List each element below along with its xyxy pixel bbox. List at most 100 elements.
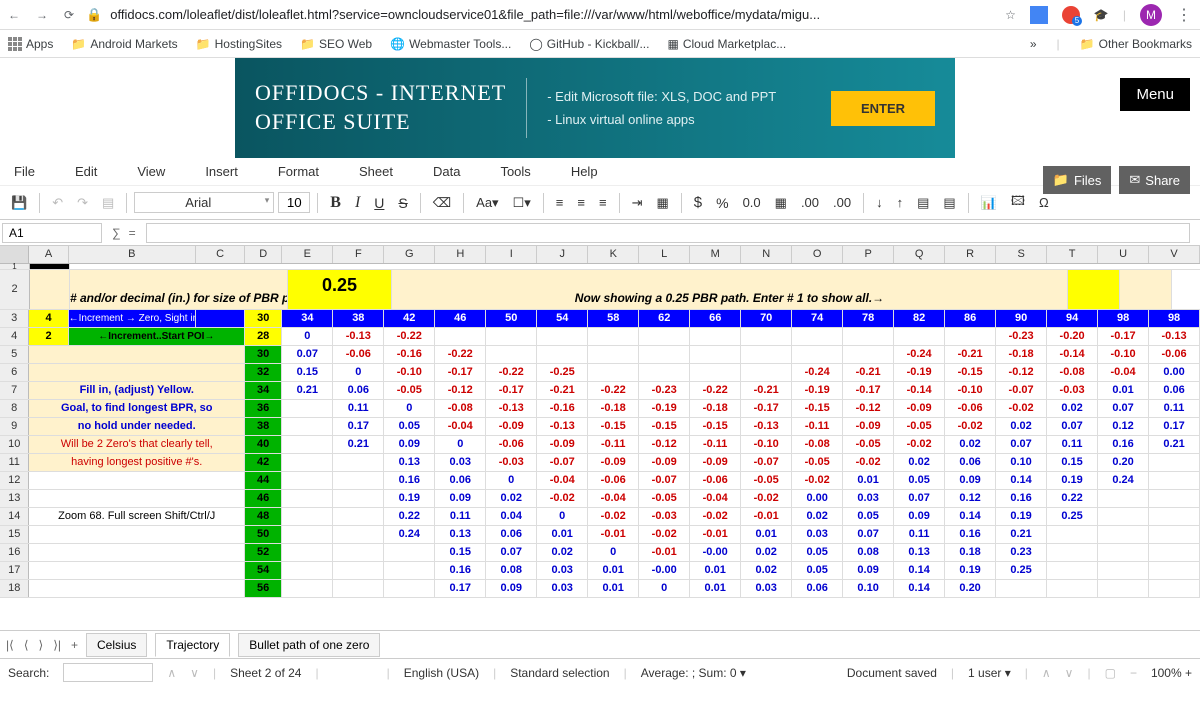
files-button[interactable]: 📁Files [1043,166,1112,194]
grid-cell[interactable] [282,526,333,543]
col-header[interactable]: M [690,246,741,263]
grid-cell[interactable]: 0.01 [843,472,894,489]
grid-cell[interactable] [1149,526,1200,543]
grid-cell[interactable]: -0.16 [537,400,588,417]
grid-cell[interactable]: -0.07 [537,454,588,471]
row-header[interactable]: 12 [0,472,29,489]
grid-cell[interactable] [384,562,435,579]
forward-icon[interactable]: → [36,8,48,22]
grid-cell[interactable]: 4 [29,310,68,327]
equals-icon[interactable]: = [129,226,136,240]
grid-cell[interactable]: 66 [690,310,741,327]
reload-icon[interactable]: ⟳ [64,8,74,22]
grid-cell[interactable]: 46 [435,310,486,327]
tab-last-icon[interactable]: ⟩| [53,638,61,652]
grid-cell[interactable] [29,544,245,561]
image-icon[interactable]: 🖾 [1006,189,1030,217]
grid-cell[interactable]: 0.06 [792,580,843,597]
grid-cell[interactable] [690,346,741,363]
grid-cell[interactable] [1149,544,1200,561]
row-header[interactable]: 2 [0,270,30,309]
grid-cell[interactable]: 30 [245,346,282,363]
sheet-tab-trajectory[interactable]: Trajectory [155,633,230,657]
grid-cell[interactable]: 34 [245,382,282,399]
grid-cell[interactable] [333,490,384,507]
grid-cell[interactable]: having longest positive #'s. [29,454,245,471]
grid-cell[interactable]: -0.12 [435,382,486,399]
apps-shortcut[interactable]: Apps [8,37,53,51]
grid-cell[interactable]: 0 [537,508,588,525]
grid-cell[interactable]: 58 [588,310,639,327]
col-header[interactable]: V [1149,246,1200,263]
bookmark-webmaster-tools[interactable]: 🌐Webmaster Tools... [390,37,511,51]
grid-cell[interactable]: 0.16 [435,562,486,579]
row-header[interactable]: 16 [0,544,29,561]
grid-cell[interactable]: -0.10 [384,364,435,381]
grid-cell[interactable] [29,490,245,507]
grid-cell[interactable]: -0.02 [690,508,741,525]
grid-cell[interactable] [333,472,384,489]
grid-cell[interactable]: 0.19 [996,508,1047,525]
bookmark-github[interactable]: ◯GitHub - Kickball/... [529,37,649,51]
grid-cell[interactable]: -0.03 [1047,382,1098,399]
grid-cell[interactable] [537,328,588,345]
grid-cell[interactable]: 0.21 [1149,436,1200,453]
grid-cell[interactable]: 0.16 [996,490,1047,507]
grid-cell[interactable]: -0.04 [537,472,588,489]
grid-cell[interactable]: 0.10 [843,580,894,597]
bookmark-android-markets[interactable]: 📁Android Markets [71,37,177,51]
highlight-icon[interactable]: ☐▾ [508,192,536,214]
grid-cell[interactable]: -0.02 [843,454,894,471]
grid-cell[interactable] [282,436,333,453]
grid-cell[interactable]: 0.05 [894,472,945,489]
col-header[interactable]: B [69,246,196,263]
zoom-out-icon[interactable]: − [1130,666,1137,680]
aggregate-indicator[interactable]: Average: ; Sum: 0 ▾ [641,666,746,680]
grid-cell[interactable]: 0.02 [792,508,843,525]
grid-cell[interactable]: -0.05 [384,382,435,399]
grid-cell[interactable] [282,418,333,435]
grid-cell[interactable]: -0.04 [588,490,639,507]
grid-cell[interactable]: -0.25 [537,364,588,381]
grid-cell[interactable] [1098,490,1149,507]
grid-cell[interactable]: 2 [29,328,68,345]
grid-cell[interactable]: 0.01 [1098,382,1149,399]
grid-cell[interactable]: -0.04 [690,490,741,507]
grid-cell[interactable]: 0.17 [1149,418,1200,435]
grid-cell[interactable]: -0.06 [588,472,639,489]
extension-icon-1[interactable] [1030,6,1048,24]
col-header[interactable]: O [792,246,843,263]
grid-cell[interactable] [1149,472,1200,489]
grid-cell[interactable]: -0.02 [792,472,843,489]
grid-cell[interactable] [741,346,792,363]
filter-icon[interactable]: ▤ [912,192,934,214]
percent-icon[interactable]: % [711,192,733,214]
grid-cell[interactable] [639,364,690,381]
grid-cell[interactable] [486,346,537,363]
row-header[interactable]: 17 [0,562,29,579]
col-header[interactable]: F [333,246,384,263]
grid-cell[interactable]: 0.17 [333,418,384,435]
grid-cell[interactable] [30,270,70,309]
grid-cell[interactable]: 0.19 [945,562,996,579]
grid-cell[interactable]: 0.16 [945,526,996,543]
col-header[interactable]: P [843,246,894,263]
grid-cell[interactable]: -0.08 [435,400,486,417]
grid-cell[interactable]: -0.10 [1098,346,1149,363]
grid-cell[interactable]: 0.23 [996,544,1047,561]
grid-cell[interactable]: 0.21 [333,436,384,453]
grid-cell[interactable]: 0.07 [1098,400,1149,417]
grid-cell[interactable] [29,472,245,489]
grid-cell[interactable]: 0.10 [996,454,1047,471]
grid-cell[interactable]: 0.11 [1149,400,1200,417]
grid-cell[interactable]: -0.08 [792,436,843,453]
grid-cell[interactable]: 0.12 [945,490,996,507]
grid-cell[interactable]: 0.24 [1098,472,1149,489]
grid-cell[interactable]: -0.17 [1098,328,1149,345]
grid-cell[interactable]: ←Increment..Start POI→ [69,328,245,345]
grid-cell[interactable]: 0 [282,328,333,345]
grid-cell[interactable]: -0.15 [792,400,843,417]
grid-cell[interactable]: -0.15 [639,418,690,435]
grid-cell[interactable] [639,328,690,345]
search-input[interactable] [63,663,153,682]
